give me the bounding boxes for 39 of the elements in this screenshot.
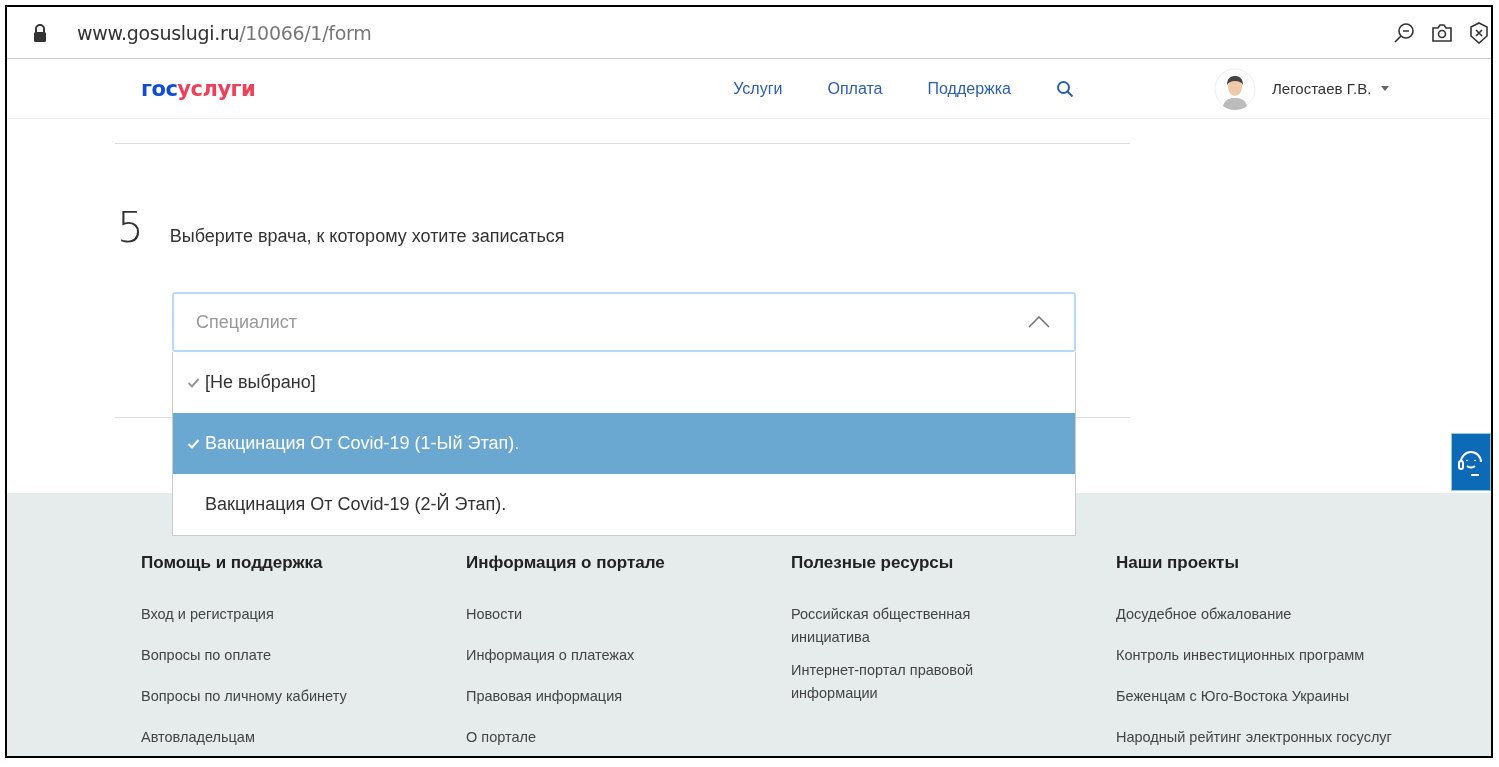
footer-link[interactable]: Досудебное обжалование bbox=[1116, 603, 1426, 626]
nav-link[interactable]: Оплата bbox=[827, 79, 883, 98]
footer-link[interactable]: Правовая информация bbox=[466, 685, 776, 708]
caret-icon[interactable] bbox=[1381, 86, 1390, 91]
footer-link[interactable]: Автовладельцам bbox=[141, 726, 451, 749]
avatar-icon[interactable] bbox=[1214, 67, 1256, 110]
footer-heading: Наши проекты bbox=[1116, 553, 1239, 573]
footer-link[interactable]: Новости bbox=[466, 603, 776, 626]
dropdown-option[interactable]: Вакцинация От Covid-19 (2-Й Этап). bbox=[173, 474, 1075, 535]
footer-link[interactable]: Российская общественная инициатива bbox=[791, 603, 1006, 649]
close-icon[interactable] bbox=[1469, 21, 1489, 44]
nav-link[interactable]: Услуги bbox=[733, 79, 783, 98]
footer-link[interactable]: О портале bbox=[466, 726, 776, 749]
camera-icon[interactable] bbox=[1431, 22, 1453, 43]
site-logo[interactable]: госуслуги bbox=[141, 76, 256, 101]
footer-link[interactable]: Интернет-портал правовой информации bbox=[791, 659, 1006, 705]
footer-heading: Полезные ресурсы bbox=[791, 553, 954, 573]
zoom-out-icon[interactable] bbox=[1393, 21, 1415, 44]
support-button[interactable] bbox=[1451, 433, 1491, 491]
footer-link[interactable]: Информация о платежах bbox=[466, 644, 776, 667]
footer-link[interactable]: Вопросы по оплате bbox=[141, 644, 451, 667]
step-number: 5 bbox=[117, 203, 144, 252]
check-icon bbox=[187, 377, 200, 388]
footer-heading: Помощь и поддержка bbox=[141, 553, 323, 573]
footer-link[interactable]: Контроль инвестиционных программ bbox=[1116, 644, 1426, 667]
footer-link[interactable]: Вход и регистрация bbox=[141, 603, 451, 626]
footer-link[interactable]: Народный рейтинг электронных госуслуг bbox=[1116, 726, 1426, 749]
step-question: Выберите врача, к которому хотите записаться bbox=[169, 226, 565, 247]
address-url[interactable]: www.gosuslugi.ru/10066/1/form bbox=[77, 21, 372, 44]
footer-link[interactable]: Вопросы по личному кабинету bbox=[141, 685, 451, 708]
footer-heading: Информация о портале bbox=[466, 553, 665, 573]
chevron-icon bbox=[1028, 316, 1050, 328]
check-icon bbox=[187, 438, 200, 449]
lock-icon bbox=[33, 23, 47, 42]
user-name[interactable]: Легостаев Г.В. bbox=[1272, 80, 1372, 97]
nav-link[interactable]: Поддержка bbox=[927, 79, 1011, 98]
dropdown-option[interactable]: [Не выбрано] bbox=[173, 352, 1075, 413]
footer-link[interactable]: Беженцам с Юго-Востока Украины bbox=[1116, 685, 1426, 708]
search-icon[interactable] bbox=[1056, 79, 1074, 98]
